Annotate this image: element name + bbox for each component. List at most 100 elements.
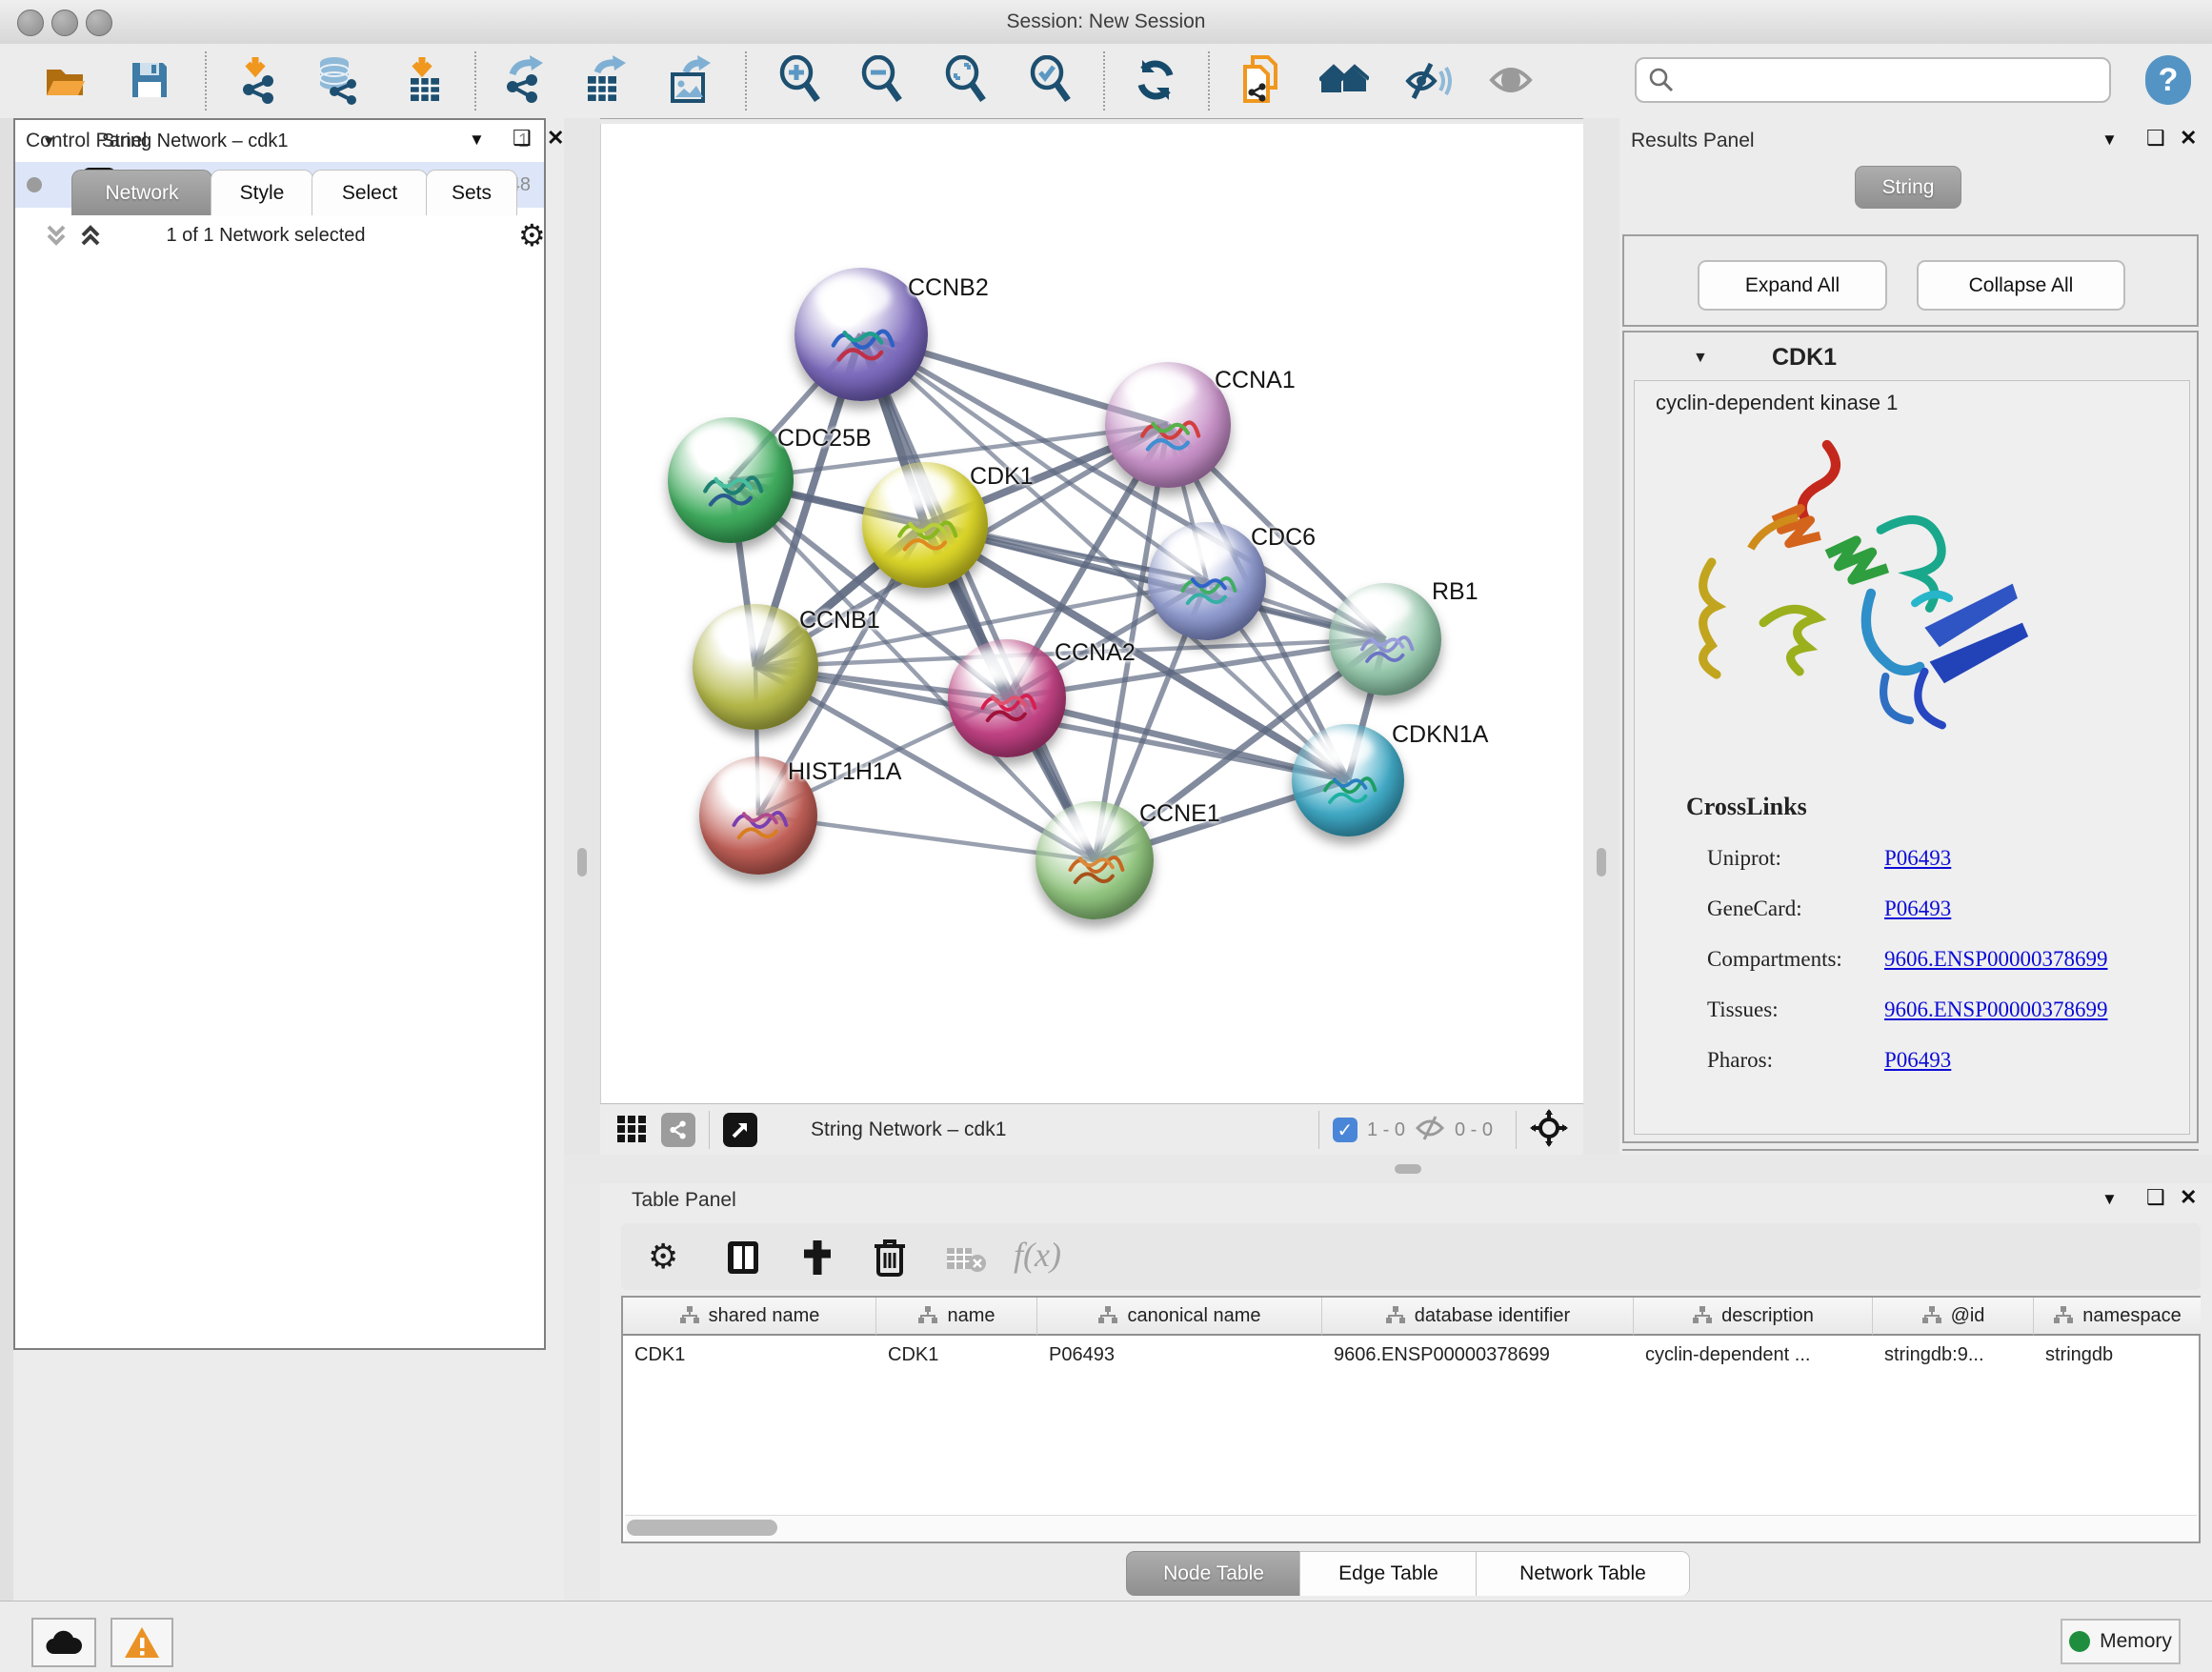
node-label-hist1h1a: HIST1H1A xyxy=(788,758,901,786)
protein-structure-thumbnail xyxy=(822,309,895,382)
export-network-button[interactable] xyxy=(499,53,549,107)
panel-close-icon[interactable]: ✕ xyxy=(2180,128,2197,149)
column-header-id[interactable]: @id xyxy=(1873,1298,2034,1336)
column-header-database-identifier[interactable]: database identifier xyxy=(1322,1298,1634,1336)
network-node-cdkn1a[interactable] xyxy=(1292,724,1404,836)
zoom-in-button[interactable] xyxy=(775,53,825,107)
copy-results-button[interactable] xyxy=(1236,53,1285,107)
hidden-eye-icon[interactable] xyxy=(1415,1115,1445,1146)
tab-select[interactable]: Select xyxy=(312,170,428,215)
save-session-button[interactable] xyxy=(125,53,174,107)
horizontal-splitter[interactable] xyxy=(564,1155,2212,1183)
tab-edge-table[interactable]: Edge Table xyxy=(1299,1551,1478,1596)
tab-style[interactable]: Style xyxy=(211,170,313,215)
panel-close-icon[interactable]: ✕ xyxy=(2180,1187,2197,1208)
panel-close-icon[interactable]: ✕ xyxy=(547,128,564,149)
delete-table-icon[interactable] xyxy=(945,1244,987,1279)
panel-float-icon[interactable]: ❑ xyxy=(2146,128,2165,149)
scrollbar-thumb[interactable] xyxy=(627,1520,777,1536)
tab-network-table[interactable]: Network Table xyxy=(1476,1551,1690,1596)
viewbar-separator xyxy=(709,1111,710,1149)
birdseye-navigator-icon[interactable] xyxy=(1530,1109,1568,1152)
collapse-all-networks-icon[interactable] xyxy=(42,221,70,254)
table-row-cell[interactable]: P06493 xyxy=(1037,1338,1322,1372)
view-network-name: String Network – cdk1 xyxy=(811,1118,1006,1141)
table-settings-gear-icon[interactable]: ⚙ xyxy=(648,1237,678,1277)
search-input[interactable] xyxy=(1635,57,2111,103)
crosslink-pharos-link[interactable]: P06493 xyxy=(1884,1048,1951,1073)
grid-view-icon[interactable] xyxy=(615,1112,648,1149)
splitter-handle[interactable] xyxy=(577,848,587,876)
right-splitter[interactable] xyxy=(1583,118,1619,1155)
open-session-button[interactable] xyxy=(40,53,90,107)
collapse-all-button[interactable]: Collapse All xyxy=(1917,260,2125,311)
table-row-cell[interactable]: CDK1 xyxy=(623,1338,876,1372)
string-view-icon[interactable] xyxy=(661,1113,695,1147)
import-network-from-database-button[interactable] xyxy=(312,53,362,107)
panel-float-icon[interactable]: ❑ xyxy=(2146,1187,2165,1208)
tab-sets[interactable]: Sets xyxy=(426,170,517,215)
network-node-ccne1[interactable] xyxy=(1036,801,1154,919)
panel-float-icon[interactable]: ❑ xyxy=(513,128,532,149)
zoom-fit-button[interactable] xyxy=(941,53,991,107)
network-canvas[interactable]: CCNB2CCNA1CDC25BCDK1CDC6RB1CCNB1CCNA2CDK… xyxy=(600,124,1584,1103)
export-table-button[interactable] xyxy=(580,53,630,107)
table-row-cell[interactable]: CDK1 xyxy=(876,1338,1037,1372)
column-header-description[interactable]: description xyxy=(1634,1298,1873,1336)
crosslink-uniprot-link[interactable]: P06493 xyxy=(1884,846,1951,871)
import-network-icon xyxy=(235,55,281,105)
network-node-cdc6[interactable] xyxy=(1148,522,1266,640)
network-node-ccna1[interactable] xyxy=(1105,362,1231,488)
memory-button[interactable]: Memory xyxy=(2061,1619,2181,1664)
tab-node-table[interactable]: Node Table xyxy=(1126,1551,1301,1596)
table-row-cell[interactable]: 9606.ENSP00000378699 xyxy=(1322,1338,1634,1372)
splitter-handle[interactable] xyxy=(1395,1164,1421,1174)
expand-all-networks-icon[interactable] xyxy=(76,221,105,254)
show-columns-icon[interactable] xyxy=(724,1239,762,1281)
delete-column-trash-icon[interactable] xyxy=(871,1237,909,1283)
table-row-cell[interactable]: stringdb xyxy=(2034,1338,2201,1372)
tab-string[interactable]: String xyxy=(1855,166,1961,209)
import-network-button[interactable] xyxy=(233,53,283,107)
detach-view-icon[interactable] xyxy=(723,1113,757,1147)
column-header-namespace[interactable]: namespace xyxy=(2034,1298,2201,1336)
crosslink-label: Compartments: xyxy=(1707,947,1842,972)
panel-menu-chevron-icon[interactable]: ▼ xyxy=(2101,1191,2118,1207)
expand-all-button[interactable]: Expand All xyxy=(1698,260,1887,311)
open-folder-icon xyxy=(43,58,87,102)
hidden-count: 0 - 0 xyxy=(1455,1119,1493,1141)
help-button[interactable]: ? xyxy=(2145,55,2191,105)
panel-menu-chevron-icon[interactable]: ▼ xyxy=(469,131,485,148)
table-row-cell[interactable]: stringdb:9... xyxy=(1873,1338,2034,1372)
import-table-button[interactable] xyxy=(400,53,450,107)
network-options-gear-icon[interactable]: ⚙ xyxy=(518,217,546,253)
cloud-status-button[interactable] xyxy=(31,1618,96,1667)
zoom-selected-button[interactable] xyxy=(1026,53,1076,107)
zoom-out-button[interactable] xyxy=(857,53,907,107)
home-button[interactable] xyxy=(1319,53,1369,107)
left-splitter[interactable] xyxy=(564,118,600,1155)
show-eye-button[interactable] xyxy=(1486,53,1536,107)
tab-network[interactable]: Network xyxy=(71,170,212,215)
column-header-canonical-name[interactable]: canonical name xyxy=(1037,1298,1322,1336)
network-node-rb1[interactable] xyxy=(1329,583,1441,695)
selected-nodes-checkbox[interactable]: ✓ xyxy=(1333,1118,1357,1142)
network-node-cdc25b[interactable] xyxy=(668,417,794,543)
column-header-name[interactable]: name xyxy=(876,1298,1037,1336)
gene-collapse-icon[interactable]: ▼ xyxy=(1693,350,1708,367)
table-row-cell[interactable]: cyclin-dependent ... xyxy=(1634,1338,1873,1372)
export-image-button[interactable] xyxy=(665,53,714,107)
panel-menu-chevron-icon[interactable]: ▼ xyxy=(2101,131,2118,148)
warning-status-button[interactable] xyxy=(111,1618,173,1667)
crosslink-genecard-link[interactable]: P06493 xyxy=(1884,896,1951,921)
hide-panel-button[interactable] xyxy=(1403,53,1453,107)
refresh-button[interactable] xyxy=(1131,53,1180,107)
network-node-ccna2[interactable] xyxy=(948,639,1066,757)
function-builder-icon[interactable]: f(x) xyxy=(1014,1235,1061,1275)
splitter-handle[interactable] xyxy=(1597,848,1606,876)
add-column-icon[interactable] xyxy=(798,1239,836,1281)
column-header-shared-name[interactable]: shared name xyxy=(623,1298,876,1336)
table-horizontal-scrollbar[interactable] xyxy=(625,1515,2197,1541)
crosslink-compartments-link[interactable]: 9606.ENSP00000378699 xyxy=(1884,947,2108,972)
crosslink-tissues-link[interactable]: 9606.ENSP00000378699 xyxy=(1884,997,2108,1022)
